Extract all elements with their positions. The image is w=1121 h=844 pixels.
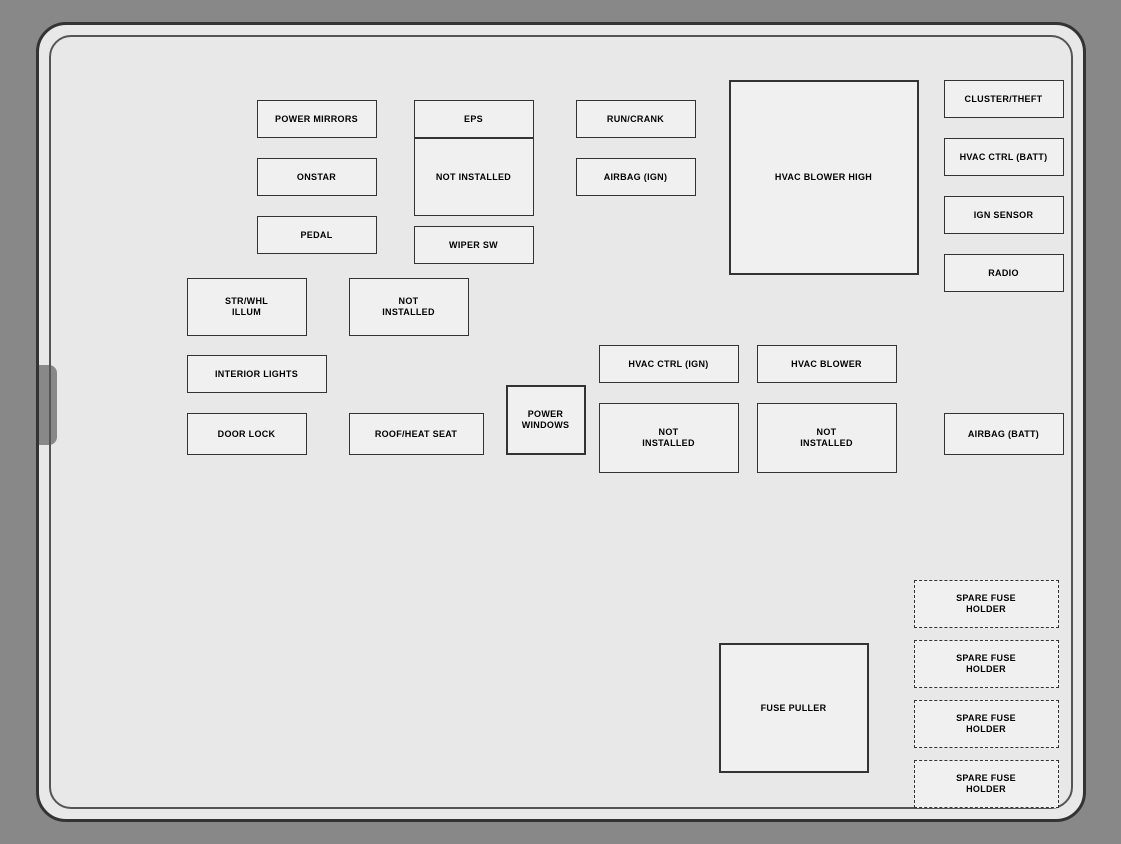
hvac-blower: HVAC BLOWER (757, 345, 897, 383)
spare-fuse-3: SPARE FUSE HOLDER (914, 700, 1059, 748)
fuse-box-diagram: POWER MIRRORS EPS RUN/CRANK HVAC BLOWER HIG… (36, 22, 1086, 822)
spare-fuse-1: SPARE FUSE HOLDER (914, 580, 1059, 628)
hvac-ctrl-ign: HVAC CTRL (IGN) (599, 345, 739, 383)
roof-heat-seat: ROOF/HEAT SEAT (349, 413, 484, 455)
str-whl-illum: STR/WHL ILLUM (187, 278, 307, 336)
onstar: ONSTAR (257, 158, 377, 196)
airbag-ign: AIRBAG (IGN) (576, 158, 696, 196)
run-crank: RUN/CRANK (576, 100, 696, 138)
not-installed-4: NOT INSTALLED (757, 403, 897, 473)
cluster-theft: CLUSTER/THEFT (944, 80, 1064, 118)
fuse-puller: FUSE PULLER (719, 643, 869, 773)
hvac-blower-high: HVAC BLOWER HIGH (729, 80, 919, 275)
spare-fuse-2: SPARE FUSE HOLDER (914, 640, 1059, 688)
not-installed-2: NOT INSTALLED (349, 278, 469, 336)
interior-lights: INTERIOR LIGHTS (187, 355, 327, 393)
door-lock: DOOR LOCK (187, 413, 307, 455)
eps: EPS (414, 100, 534, 138)
spare-fuse-4: SPARE FUSE HOLDER (914, 760, 1059, 808)
radio: RADIO (944, 254, 1064, 292)
airbag-batt: AIRBAG (BATT) (944, 413, 1064, 455)
not-installed-1: NOT INSTALLED (414, 138, 534, 216)
ign-sensor: IGN SENSOR (944, 196, 1064, 234)
power-windows: POWER WINDOWS (506, 385, 586, 455)
not-installed-3: NOT INSTALLED (599, 403, 739, 473)
wiper-sw: WIPER SW (414, 226, 534, 264)
power-mirrors: POWER MIRRORS (257, 100, 377, 138)
pedal: PEDAL (257, 216, 377, 254)
hvac-ctrl-batt: HVAC CTRL (BATT) (944, 138, 1064, 176)
